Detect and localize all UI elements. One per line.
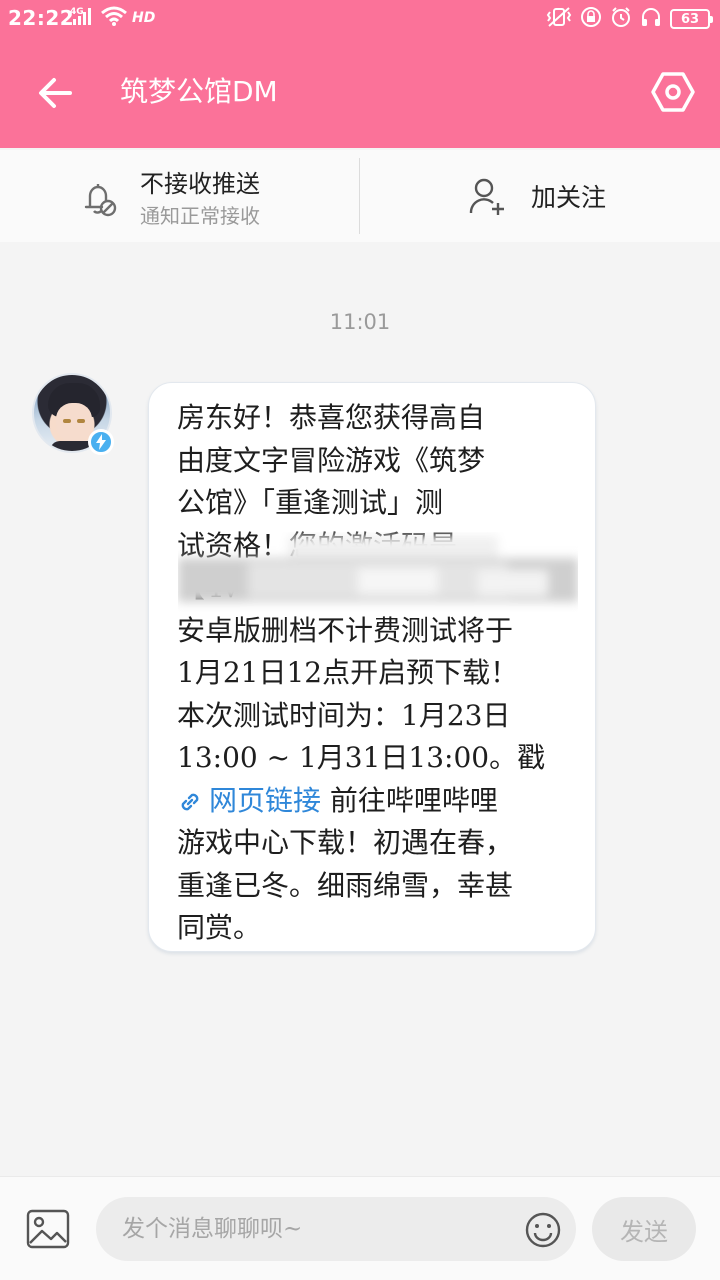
message-timestamp: 11:01 [329, 310, 391, 334]
hd-badge: HD [132, 10, 156, 26]
follow-button[interactable]: 加关注 [361, 150, 720, 242]
push-title: 不接收推送 [140, 170, 260, 198]
bell-mute-icon [84, 184, 117, 217]
message-line-with-link: 网页链接 前往哔哩哔哩 [177, 780, 567, 823]
settings-button[interactable] [648, 67, 698, 117]
message-line: 由度文字冒险游戏《筑梦 [177, 443, 486, 477]
add-user-icon [469, 178, 504, 215]
lock-icon [580, 6, 602, 32]
web-link[interactable]: 网页链接 [177, 784, 321, 817]
emoji-icon [525, 1212, 561, 1248]
action-divider [359, 158, 360, 234]
wifi-icon [100, 5, 128, 31]
message-line: 安卓版删档不计费测试将于 [177, 613, 514, 647]
alarm-icon [610, 6, 632, 32]
image-picker-button[interactable] [24, 1207, 72, 1251]
push-notification-toggle[interactable]: 不接收推送 通知正常接收 [0, 150, 358, 242]
network-type-label: 4G [70, 7, 84, 17]
lightning-icon [96, 434, 106, 450]
headphones-icon [640, 6, 662, 32]
top-app-bar: 22:22 4G HD 63 筑梦公馆DM [0, 0, 720, 148]
message-line: 本次测试时间为：1月23日 [177, 698, 511, 732]
message-line: 试资格！您的激活码是 [177, 528, 458, 562]
message-line: 公馆》「重逢测试」测 [177, 486, 444, 519]
emoji-button[interactable] [524, 1211, 562, 1249]
follow-label: 加关注 [531, 183, 607, 212]
message-line: 重逢已冬。细雨绵雪，幸甚 [177, 868, 514, 902]
message-line: 13:00 ~ 1月31日13:00。戳 [177, 741, 546, 774]
verified-badge [88, 429, 114, 455]
back-button[interactable] [30, 70, 80, 116]
link-icon [181, 793, 199, 811]
message-bubble: 房东好！恭喜您获得高自 由度文字冒险游戏《筑梦 公馆》「重逢测试」测 试资格！您… [148, 382, 596, 952]
message-line: 房东好！恭喜您获得高自 [177, 401, 486, 434]
send-button[interactable]: 发送 [592, 1197, 696, 1261]
image-icon [26, 1209, 70, 1249]
hexagon-settings-icon [651, 72, 695, 112]
message-line: 游戏中心下载！初遇在春， [177, 826, 514, 859]
signal-icon: 4G [70, 5, 96, 31]
status-time: 22:22 [8, 6, 75, 30]
message-after-link: 前往哔哩哔哩 [321, 783, 498, 817]
status-bar: 22:22 4G HD 63 [0, 0, 720, 36]
message-line: 同赏。 [177, 911, 262, 944]
message-input[interactable] [96, 1197, 576, 1261]
push-subtitle: 通知正常接收 [140, 204, 260, 228]
web-link-label: 网页链接 [209, 783, 322, 817]
battery-indicator: 63 [670, 9, 713, 29]
message-composer: 发送 [0, 1176, 720, 1280]
status-right-icons: 63 [546, 5, 713, 33]
message-line: 【4v [177, 571, 239, 604]
page-title: 筑梦公馆DM [120, 75, 278, 108]
status-left-icons: 4G HD [70, 4, 155, 32]
conversation-action-bar: 不接收推送 通知正常接收 加关注 [0, 150, 720, 242]
message-line: 1月21日12点开启预下载！ [177, 656, 519, 689]
vibrate-icon [546, 6, 572, 32]
arrow-left-icon [39, 78, 72, 108]
